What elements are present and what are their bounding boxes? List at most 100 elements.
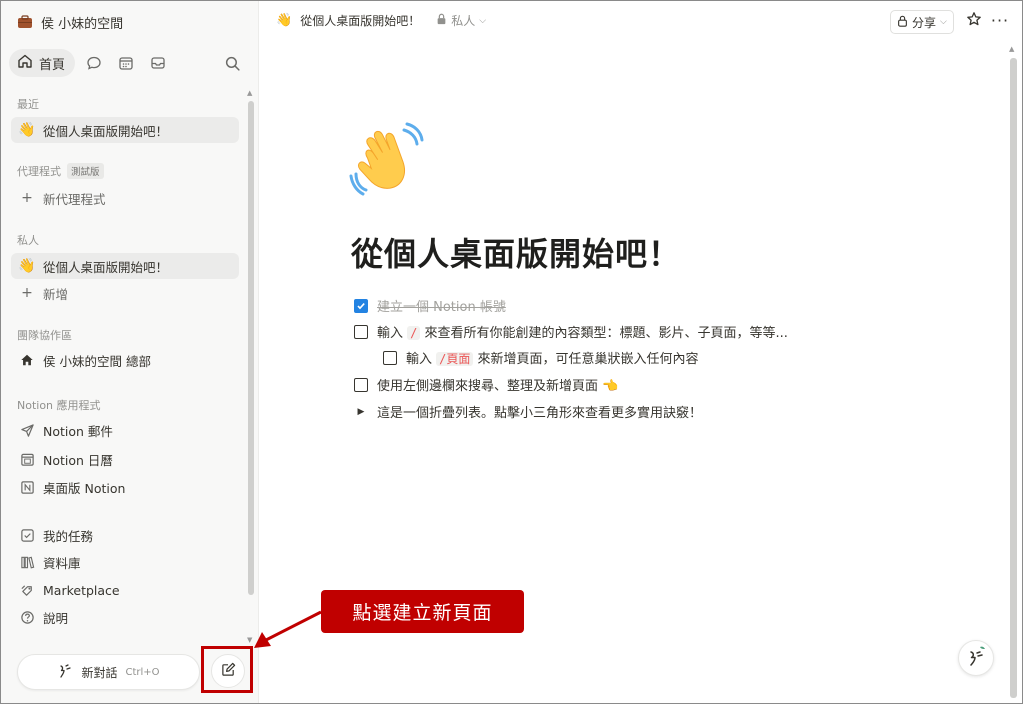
sidebar-item-recent-page[interactable]: 👋 從個人桌面版開始吧！: [11, 117, 239, 143]
house-icon: [19, 352, 35, 368]
breadcrumb[interactable]: 👋 從個人桌面版開始吧！ 私人 ⌵: [276, 12, 486, 29]
home-label: 首頁: [39, 57, 66, 73]
new-chat-button[interactable]: 新對話 Ctrl+O: [17, 654, 200, 690]
sidebar-item-my-tasks[interactable]: 我的任務: [11, 522, 239, 548]
waving-hand-icon: 👋: [18, 258, 36, 274]
sidebar-item-help[interactable]: 說明: [11, 604, 239, 630]
todo-text[interactable]: 使用左側邊欄來搜尋、整理及新增頁面 👈: [377, 375, 618, 394]
inbox-icon[interactable]: [145, 50, 171, 76]
chevron-down-icon: ⌵: [479, 15, 487, 26]
sidebar-scroll-down-arrow[interactable]: ▼: [247, 636, 252, 644]
todo-text-part: 來查看所有你能創建的內容類型：標題、影片、子頁面，等等...: [424, 326, 788, 341]
sidebar-item-notion-calendar[interactable]: Notion 日曆: [11, 446, 239, 472]
chat-bubble-icon[interactable]: [81, 50, 107, 76]
sidebar-nav: 首頁: [9, 48, 249, 78]
ai-face-icon: [965, 645, 987, 671]
ai-face-icon: [57, 663, 73, 682]
todo-checkbox[interactable]: [354, 324, 368, 339]
main-scroll-up-arrow[interactable]: ▲: [1009, 45, 1014, 53]
recent-label-text: 最近: [17, 98, 39, 111]
todo-text[interactable]: 輸入 /頁面 來新增頁面，可任意巢狀嵌入任何內容: [406, 348, 699, 367]
sidebar-item-add-new[interactable]: + 新增: [11, 280, 239, 306]
waving-hand-icon: 👋: [276, 13, 293, 28]
todo-text-part: 來新增頁面，可任意巢狀嵌入任何內容: [477, 352, 699, 367]
inline-code: /頁面: [436, 352, 474, 366]
search-icon[interactable]: [219, 50, 245, 76]
lock-icon: [436, 13, 447, 28]
home-icon: [17, 53, 33, 73]
sidebar-item-label: 桌面版 Notion: [43, 480, 126, 496]
privacy-dropdown[interactable]: 私人 ⌵: [436, 12, 486, 29]
todo-text[interactable]: 建立一個 Notion 帳號: [377, 296, 506, 315]
private-section-label: 私人: [17, 232, 39, 248]
beta-badge: 測試版: [67, 163, 104, 179]
todo-text-part: 輸入: [377, 326, 404, 341]
sidebar-item-label: 從個人桌面版開始吧！: [43, 123, 169, 139]
home-button[interactable]: 首頁: [9, 49, 76, 77]
sidebar-item-label: 我的任務: [43, 528, 94, 544]
plus-icon: +: [21, 190, 33, 206]
share-label: 分享: [912, 15, 937, 30]
sidebar-item-label: 從個人桌面版開始吧！: [43, 259, 169, 275]
apps-section-label: Notion 應用程式: [17, 397, 101, 413]
sidebar-item-teamspace[interactable]: 侯 小妹的空間 總部: [11, 347, 239, 373]
agents-label-text: 代理程式: [17, 165, 61, 178]
todo-item-nested: 輸入 /頁面 來新增頁面，可任意巢狀嵌入任何內容: [383, 348, 699, 367]
callout-label: 點選建立新頁面: [321, 590, 524, 633]
todo-text[interactable]: 輸入 / 來查看所有你能創建的內容類型：標題、影片、子頁面，等等...: [377, 322, 788, 341]
recent-section-label: 最近: [17, 96, 39, 112]
sidebar-item-library[interactable]: 資料庫: [11, 549, 239, 575]
agents-section-label: 代理程式 測試版: [17, 163, 104, 179]
toggle-triangle-icon[interactable]: ▶: [354, 407, 368, 417]
sidebar-item-label: Notion 郵件: [43, 423, 113, 439]
todo-checkbox[interactable]: [354, 298, 368, 313]
share-button[interactable]: 分享 ⌵: [890, 10, 954, 34]
notion-app-icon: [19, 479, 35, 495]
breadcrumb-page-title: 從個人桌面版開始吧！: [300, 14, 421, 28]
star-icon: [966, 11, 982, 31]
private-label-text: 私人: [17, 234, 39, 247]
workspace-switcher[interactable]: 侯 小妹的空間: [17, 11, 123, 33]
sidebar-item-private-page[interactable]: 👋 從個人桌面版開始吧！: [11, 253, 239, 279]
sidebar-item-label: Notion 日曆: [43, 452, 113, 468]
sidebar-item-label: 新代理程式: [43, 191, 106, 207]
sidebar-item-label: Marketplace: [43, 582, 120, 598]
sidebar-item-label: 新增: [43, 286, 69, 302]
new-chat-shortcut: Ctrl+O: [125, 666, 160, 678]
sidebar-item-label: 說明: [43, 610, 69, 626]
page-title[interactable]: 從個人桌面版開始吧！: [351, 229, 681, 275]
toggle-text[interactable]: 這是一個折疊列表。點擊小三角形來查看更多實用訣竅！: [377, 402, 702, 421]
apps-label-text: Notion 應用程式: [17, 399, 101, 412]
sidebar-scrollbar[interactable]: [248, 101, 254, 595]
todo-checkbox[interactable]: [354, 377, 368, 392]
lock-icon: [897, 15, 908, 30]
waving-hand-icon: 👋: [18, 122, 36, 138]
briefcase-icon: [17, 14, 33, 30]
mail-send-icon: [19, 422, 35, 438]
sidebar-item-notion-desktop[interactable]: 桌面版 Notion: [11, 474, 239, 500]
new-page-highlight-box: [201, 646, 253, 693]
calendar-icon: [19, 451, 35, 467]
todo-text-part: 輸入: [406, 352, 433, 367]
sidebar-item-label: 資料庫: [43, 555, 81, 571]
plus-icon: +: [21, 285, 33, 301]
calendar-icon[interactable]: [113, 50, 139, 76]
sidebar-scroll-up-arrow[interactable]: ▲: [247, 89, 252, 97]
toggle-item: ▶ 這是一個折疊列表。點擊小三角形來查看更多實用訣竅！: [354, 402, 702, 421]
teamspace-label-text: 團隊協作區: [17, 329, 72, 342]
notion-ai-button[interactable]: [958, 640, 994, 676]
page-icon-waving-hand-icon[interactable]: [348, 122, 424, 198]
help-icon: [19, 609, 35, 625]
topbar: 👋 從個人桌面版開始吧！ 私人 ⌵ 分享 ⌵ ···: [260, 1, 1022, 41]
sidebar-item-new-agent[interactable]: + 新代理程式: [11, 185, 239, 211]
favorite-button[interactable]: [964, 10, 984, 32]
sidebar-item-notion-mail[interactable]: Notion 郵件: [11, 417, 239, 443]
library-icon: [19, 554, 35, 570]
main-scrollbar[interactable]: [1010, 58, 1017, 698]
pointing-left-icon: 👈: [602, 379, 619, 394]
sidebar-item-marketplace[interactable]: Marketplace: [11, 577, 239, 603]
todo-item: 使用左側邊欄來搜尋、整理及新增頁面 👈: [354, 375, 618, 394]
new-chat-label: 新對話: [81, 665, 118, 680]
more-options-button[interactable]: ···: [990, 9, 1010, 31]
todo-checkbox[interactable]: [383, 350, 397, 365]
